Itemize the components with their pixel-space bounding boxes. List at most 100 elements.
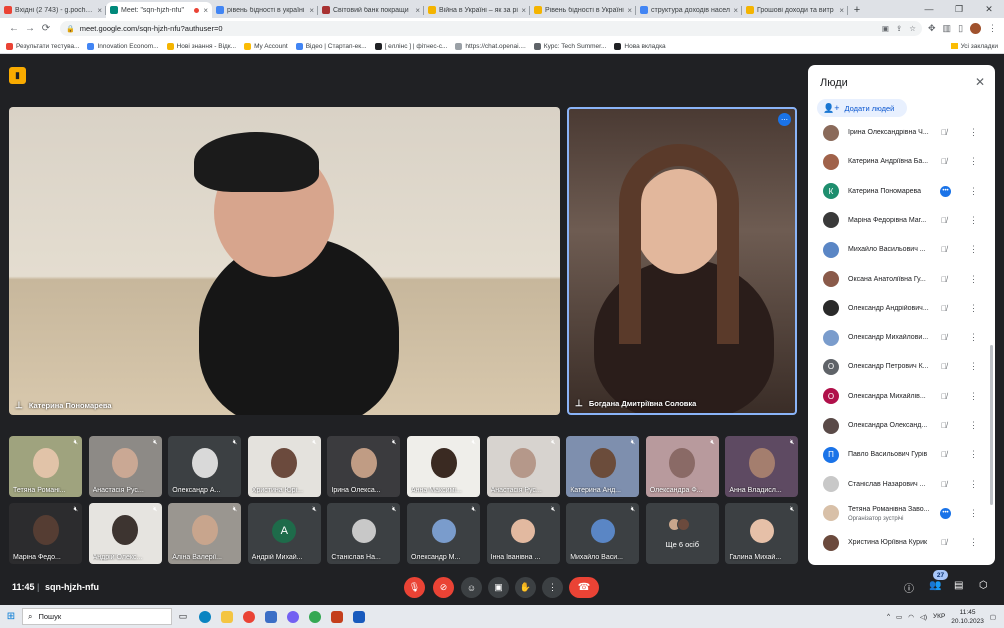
participant-row[interactable]: О Олександра Михайлів... 🎙̸ ⋮ [808, 382, 990, 411]
maximize-icon[interactable]: ❐ [944, 0, 974, 18]
share-icon[interactable]: ⇪ [896, 24, 902, 33]
mic-off-icon[interactable]: 🎙̸ [941, 157, 947, 166]
more-participants-tile[interactable]: Ще 6 осіб [645, 503, 719, 564]
raise-hand-button[interactable]: ✋ [515, 577, 536, 598]
participant-row[interactable]: Олександра Олександ... 🎙̸ ⋮ [808, 411, 990, 440]
viber-icon[interactable] [282, 605, 304, 628]
mic-off-icon[interactable]: 🎙̸ [941, 333, 947, 342]
reactions-button[interactable]: ☺ [461, 577, 482, 598]
mic-off-icon[interactable]: 🎙̸ [941, 362, 947, 371]
mic-off-icon[interactable]: 🎙̸ [941, 480, 947, 489]
mic-off-icon[interactable]: 🎙̸ [941, 392, 947, 401]
new-tab-button[interactable]: + [848, 2, 866, 18]
main-tile-2[interactable]: ⋯ ⊥ Богдана Дмитріївна Соловка [567, 107, 797, 415]
participant-tile[interactable]: 🔇︎ Станіслав На... [327, 503, 401, 564]
participant-tile[interactable]: 🔇︎ Олександр А... [168, 436, 242, 497]
more-options-button[interactable]: ⋮ [542, 577, 563, 598]
bookmark-item[interactable]: Відео | Стартап-ек... [295, 42, 367, 50]
address-bar[interactable]: 🔒 meet.google.com/sqn-hjzh-nfu?authuser=… [60, 21, 922, 36]
bookmark-item[interactable]: Результати тестува... [6, 42, 79, 50]
pin-icon[interactable]: ⊥ [15, 400, 23, 411]
sidebar-icon[interactable]: ▯ [958, 23, 963, 34]
participant-tile[interactable]: 🔇︎ Михайло Васи... [566, 503, 640, 564]
chrome-active-icon[interactable] [304, 605, 326, 628]
participant-row[interactable]: К Катерина Пономарева ••• ⋮ [808, 177, 990, 206]
bookmark-star-icon[interactable]: ☆ [909, 24, 916, 33]
powerpoint-icon[interactable] [326, 605, 348, 628]
browser-tab[interactable]: рівень бідності в україні × [212, 2, 318, 18]
more-vert-icon[interactable]: ⋮ [969, 361, 978, 372]
bookmark-item[interactable]: Innovation Econom... [87, 42, 159, 50]
people-icon[interactable]: 👥 [929, 580, 941, 591]
participant-tile[interactable]: 🔇︎ Анна Максимі... [407, 436, 480, 497]
mic-off-button[interactable]: 🎙 [404, 577, 425, 598]
participant-tile[interactable]: 🔇︎ Ірина Олекса... [327, 436, 401, 497]
participant-row[interactable]: Станіслав Назарович ... 🎙̸ ⋮ [808, 470, 990, 499]
browser-tab[interactable]: Вхідні (2 743) - g.pocheru × [0, 2, 106, 18]
mic-off-icon[interactable]: 🎙̸ [941, 216, 947, 225]
tab-close-icon[interactable]: × [97, 6, 102, 15]
back-icon[interactable]: ← [6, 23, 22, 34]
participant-row[interactable]: Ірина Олександрівна Ч... 🎙̸ ⋮ [808, 125, 990, 147]
tab-close-icon[interactable]: × [203, 6, 208, 15]
forward-icon[interactable]: → [22, 23, 38, 34]
minimize-icon[interactable]: — [914, 0, 944, 18]
more-vert-icon[interactable]: ⋮ [969, 449, 978, 460]
meet-logo-icon[interactable]: ▮ [9, 67, 26, 84]
tab-close-icon[interactable]: × [839, 6, 844, 15]
participant-row[interactable]: О Олександр Петрович К... 🎙̸ ⋮ [808, 352, 990, 381]
tab-close-icon[interactable]: × [521, 6, 526, 15]
network-icon[interactable]: ▭ [896, 613, 902, 621]
close-window-icon[interactable]: ✕ [974, 0, 1004, 18]
more-vert-icon[interactable]: ⋮ [969, 244, 978, 255]
mic-off-icon[interactable]: 🎙̸ [941, 128, 947, 137]
bookmark-item[interactable]: Курс: Tech Summer... [533, 42, 606, 50]
participant-tile[interactable]: 🔇︎ Анастасія Рус... [486, 436, 560, 497]
participant-tile[interactable]: 🔇︎ Інна Іванівна ... [486, 503, 560, 564]
bookmark-item[interactable]: https://chat.openai.... [455, 42, 526, 50]
taskbar-search[interactable]: ⌕ Пошук [22, 608, 172, 625]
participant-tile[interactable]: 🔇︎ Олександр М... [407, 503, 480, 564]
participant-row[interactable]: Оксана Анатоліївна Гу... 🎙̸ ⋮ [808, 265, 990, 294]
more-vert-icon[interactable]: ⋮ [969, 215, 978, 226]
mic-off-icon[interactable]: 🎙̸ [941, 245, 947, 254]
task-view-icon[interactable]: ▭ [172, 605, 194, 628]
leave-call-button[interactable]: ☎ [569, 577, 599, 598]
tray-clock[interactable]: 11:45 20.10.2023 [951, 608, 984, 626]
bookmark-item[interactable]: Нові знання - Відк... [166, 42, 236, 50]
participant-row[interactable]: Михайло Васильович ... 🎙̸ ⋮ [808, 235, 990, 264]
participant-row[interactable]: Олександр Андрійович... 🎙̸ ⋮ [808, 294, 990, 323]
pin-icon[interactable]: ⊥ [575, 398, 583, 409]
bookmark-item[interactable]: Нова вкладка [614, 42, 666, 50]
store-icon[interactable] [260, 605, 282, 628]
participant-row[interactable]: П Павло Васильович Гурів 🎙̸ ⋮ [808, 440, 990, 469]
participant-row[interactable]: Тетяна Романівна Заво... Організатор зуст… [808, 499, 990, 528]
extensions-icon[interactable]: ✥ [928, 23, 936, 34]
all-bookmarks[interactable]: Усі закладки [950, 43, 998, 50]
present-button[interactable]: ▣ [488, 577, 509, 598]
close-icon[interactable]: ✕ [975, 75, 985, 89]
side-panel-icon[interactable]: ▥ [943, 23, 952, 34]
tab-close-icon[interactable]: × [415, 6, 420, 15]
participant-tile[interactable]: 🔇︎ Маріна Федо... [9, 503, 82, 564]
browser-tab[interactable]: структура доходів насел × [636, 2, 742, 18]
participant-tile[interactable]: 🔇︎ Тетяна Романі... [9, 436, 82, 497]
tray-chevron-icon[interactable]: ^ [887, 613, 890, 620]
more-vert-icon[interactable]: ⋮ [969, 537, 978, 548]
browser-tab[interactable]: Грошові доходи та витр × [742, 2, 848, 18]
more-vert-icon[interactable]: ⋮ [969, 332, 978, 343]
mic-off-icon[interactable]: 🎙̸ [941, 450, 947, 459]
more-vert-icon[interactable]: ⋮ [969, 391, 978, 402]
mic-off-icon[interactable]: 🎙̸ [941, 304, 947, 313]
word-icon[interactable] [348, 605, 370, 628]
wifi-icon[interactable]: ◠ [908, 613, 914, 621]
browser-tab[interactable]: Рівень бідності в Україні × [530, 2, 636, 18]
more-vert-icon[interactable]: ⋮ [969, 479, 978, 490]
tile-options-icon[interactable]: ⋯ [778, 113, 791, 126]
more-vert-icon[interactable]: ⋮ [969, 508, 978, 519]
browser-tab[interactable]: Світовий банк покращи × [318, 2, 424, 18]
language-indicator[interactable]: УКР [933, 613, 945, 620]
browser-tab[interactable]: Війна в Україні – як за рі × [424, 2, 530, 18]
more-vert-icon[interactable]: ⋮ [969, 303, 978, 314]
main-tile-1[interactable]: ⊥ Катерина Пономарева [9, 107, 560, 415]
